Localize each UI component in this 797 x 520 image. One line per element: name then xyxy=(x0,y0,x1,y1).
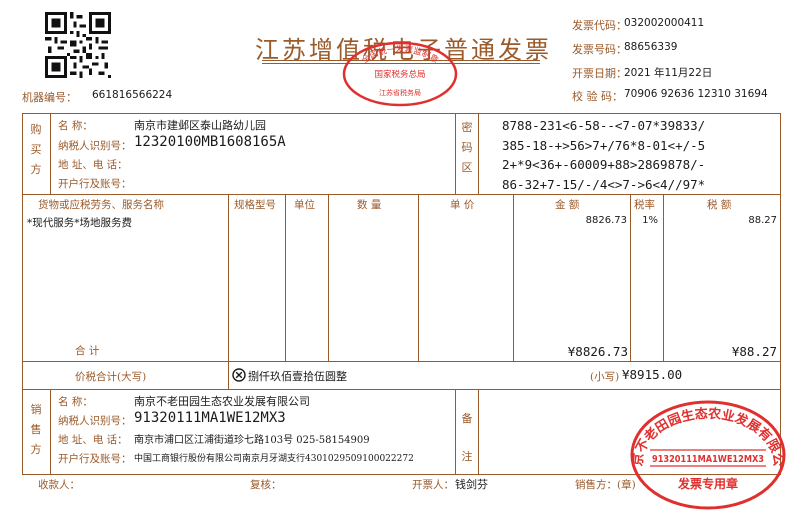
seller-invoice-seal: 南京不老田园生态农业发展有限公司 91320111MA1WE12MX3 发票专用… xyxy=(628,398,786,510)
seller-label-divider xyxy=(50,389,51,475)
col-divider-unit xyxy=(328,194,329,361)
seller-name-label: 名 称： xyxy=(58,396,93,408)
machine-no: 661816566224 xyxy=(92,89,173,101)
row-divider-buyer xyxy=(22,194,781,195)
issue-date: 2021 年11月22日 xyxy=(624,67,713,79)
row-divider-total xyxy=(22,389,781,390)
seller-name: 南京不老田园生态农业发展有限公司 xyxy=(134,395,310,408)
item-tax: 88.27 xyxy=(748,215,777,226)
seller-taxid: 91320111MA1WE12MX3 xyxy=(134,410,286,426)
item-rate: 1% xyxy=(642,215,658,226)
check-code-label: 校 验 码： xyxy=(572,90,623,103)
cipher-text: 8788-231<6-58--<7-07*39833/385-18-+>56>7… xyxy=(502,116,705,194)
invoice-code-label: 发票代码： xyxy=(572,19,627,32)
payee-label: 收款人： xyxy=(38,479,80,491)
seller-stamp-label: 销售方：(章) xyxy=(575,479,636,491)
seal-mid-text: 国家税务总局 xyxy=(374,69,425,80)
seller-addr: 南京市浦口区江浦街道珍七路103号 025-58154909 xyxy=(134,435,370,446)
col-divider-price xyxy=(513,194,514,361)
reviewer-label: 复核： xyxy=(250,479,282,491)
grand-total-small: ¥8915.00 xyxy=(622,367,683,382)
tax-bureau-seal: 全国统一发票监制章 国家税务总局 江苏省税务局 xyxy=(342,41,458,107)
seal-taxid-text: 91320111MA1WE12MX3 xyxy=(652,454,764,465)
cipher-divider-left xyxy=(455,113,456,194)
col-header-price: 单 价 xyxy=(450,199,475,211)
seller-addr-label: 地 址、电 话： xyxy=(58,434,128,446)
cipher-section-label: 密码区 xyxy=(461,121,473,174)
cipher-line: 385-18-+>56>7+/76*8-01<+/-5 xyxy=(502,137,706,153)
seal-type-text: 发票专用章 xyxy=(677,476,738,491)
buyer-taxid: 12320100MB1608165A xyxy=(134,134,286,150)
col-divider-amount xyxy=(630,194,631,361)
col-divider-name xyxy=(228,194,229,361)
buyer-name-label: 名 称： xyxy=(58,120,93,132)
row-divider-items xyxy=(22,361,781,362)
seal-bottom-text: 江苏省税务局 xyxy=(379,88,421,97)
item-amount: 8826.73 xyxy=(585,215,627,226)
col-divider-rate xyxy=(663,194,664,361)
col-header-unit: 单位 xyxy=(294,199,315,211)
qr-code xyxy=(45,12,111,78)
item-name: *现代服务*场地服务费 xyxy=(27,217,132,229)
issuer-label: 开票人： xyxy=(412,479,454,491)
buyer-taxid-label: 纳税人识别号： xyxy=(58,140,132,152)
col-header-name: 货物或应税劳务、服务名称 xyxy=(38,199,164,211)
cipher-line: 8788-231<6-58--<7-07*39833/ xyxy=(502,118,706,133)
circled-x-icon xyxy=(232,368,246,382)
col-header-rate: 税率 xyxy=(634,199,655,211)
col-header-qty: 数 量 xyxy=(357,199,382,211)
invoice-number: 88656339 xyxy=(624,41,678,53)
cipher-line: 86-32+7-15/-/4<>7->6<4//97* xyxy=(502,176,706,192)
buyer-section-label: 购买方 xyxy=(30,123,42,176)
grand-total-words: 捌仟玖佰壹拾伍圆整 xyxy=(248,370,347,383)
issuer-name: 钱剑芬 xyxy=(455,478,488,491)
grand-total-small-label: (小写) xyxy=(590,371,620,383)
remarks-label: 备注 xyxy=(461,412,473,463)
invoice-code: 032002000411 xyxy=(624,17,705,29)
total-label: 合 计 xyxy=(75,345,100,357)
check-code: 70906 92636 12310 31694 xyxy=(624,88,768,100)
col-header-amount: 金 额 xyxy=(555,199,580,211)
cipher-divider-right xyxy=(478,113,479,194)
remark-divider-left xyxy=(455,389,456,475)
invoice-number-label: 发票号码： xyxy=(572,43,627,56)
seller-bank-label: 开户行及账号： xyxy=(58,453,132,465)
col-divider-qty xyxy=(418,194,419,361)
grand-total-label: 价税合计(大写) xyxy=(75,371,147,383)
seller-section-label: 销售方 xyxy=(30,403,42,456)
total-amount: ¥8826.73 xyxy=(567,344,628,359)
buyer-name: 南京市建邺区泰山路幼儿园 xyxy=(134,119,266,132)
col-divider-spec xyxy=(285,194,286,361)
remark-divider-right xyxy=(478,389,479,475)
buyer-label-divider xyxy=(50,113,51,194)
seller-bank: 中国工商银行股份有限公司南京月牙湖支行4301029509100022272 xyxy=(134,454,414,464)
cipher-line: 2+*9<36+-60009+88>2869878/- xyxy=(502,157,706,172)
total-divider xyxy=(228,361,229,389)
col-header-spec: 规格型号 xyxy=(234,199,276,211)
issue-date-label: 开票日期： xyxy=(572,67,627,80)
seller-taxid-label: 纳税人识别号： xyxy=(58,415,132,427)
buyer-bank-label: 开户行及账号： xyxy=(58,178,132,190)
col-header-tax: 税 额 xyxy=(707,199,732,211)
buyer-addr-label: 地 址、电 话： xyxy=(58,159,128,171)
machine-no-label: 机器编号： xyxy=(22,91,77,104)
total-tax: ¥88.27 xyxy=(731,344,777,359)
